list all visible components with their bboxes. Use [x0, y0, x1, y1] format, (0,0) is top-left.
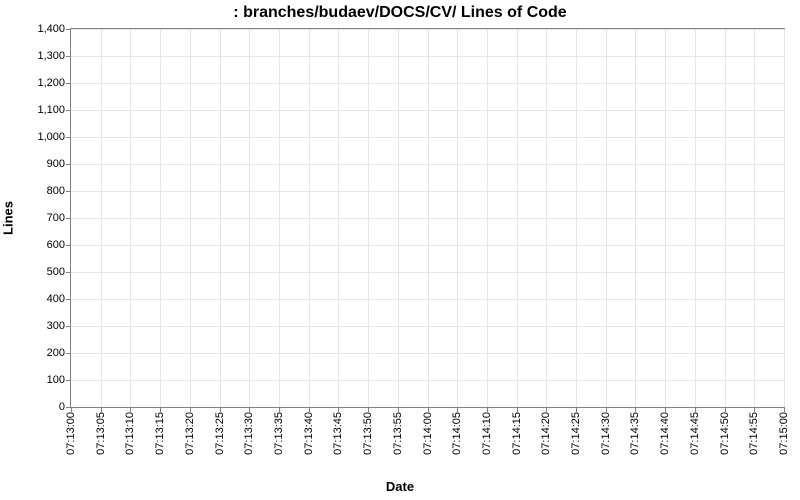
x-tick-label: 07:13:25 [214, 412, 226, 455]
gridline-vertical [606, 29, 607, 407]
x-tick-label: 07:13:00 [65, 412, 77, 455]
x-tick-label: 07:13:20 [184, 412, 196, 455]
y-tick-label: 1,300 [5, 50, 65, 62]
gridline-vertical [190, 29, 191, 407]
y-tick-mark [66, 407, 70, 408]
y-tick-label: 300 [5, 320, 65, 332]
y-tick-label: 600 [5, 239, 65, 251]
gridline-vertical [457, 29, 458, 407]
gridline-vertical [368, 29, 369, 407]
x-axis-label: Date [0, 479, 800, 494]
gridline-vertical [517, 29, 518, 407]
y-tick-label: 900 [5, 158, 65, 170]
gridline-vertical [160, 29, 161, 407]
y-tick-mark [66, 137, 70, 138]
x-tick-label: 07:13:40 [303, 412, 315, 455]
x-tick-label: 07:14:05 [451, 412, 463, 455]
y-tick-mark [66, 83, 70, 84]
gridline-vertical [309, 29, 310, 407]
gridline-vertical [546, 29, 547, 407]
gridline-vertical [220, 29, 221, 407]
gridline-vertical [665, 29, 666, 407]
y-tick-mark [66, 299, 70, 300]
y-tick-mark [66, 164, 70, 165]
chart-title: : branches/budaev/DOCS/CV/ Lines of Code [0, 4, 800, 22]
y-tick-mark [66, 245, 70, 246]
gridline-vertical [754, 29, 755, 407]
x-tick-label: 07:14:35 [629, 412, 641, 455]
x-tick-label: 07:14:40 [659, 412, 671, 455]
y-tick-label: 1,000 [5, 131, 65, 143]
x-tick-label: 07:13:15 [154, 412, 166, 455]
gridline-vertical [338, 29, 339, 407]
y-tick-label: 500 [5, 266, 65, 278]
x-tick-label: 07:14:45 [689, 412, 701, 455]
y-tick-label: 400 [5, 293, 65, 305]
gridline-vertical [428, 29, 429, 407]
x-tick-label: 07:14:20 [540, 412, 552, 455]
y-tick-mark [66, 380, 70, 381]
y-tick-label: 1,100 [5, 104, 65, 116]
gridline-vertical [279, 29, 280, 407]
gridline-vertical [101, 29, 102, 407]
x-tick-label: 07:14:25 [570, 412, 582, 455]
y-tick-label: 1,400 [5, 23, 65, 35]
y-tick-mark [66, 326, 70, 327]
x-tick-label: 07:14:15 [511, 412, 523, 455]
plot-area [70, 28, 785, 408]
y-tick-mark [66, 56, 70, 57]
x-tick-label: 07:13:45 [332, 412, 344, 455]
y-tick-mark [66, 218, 70, 219]
gridline-vertical [487, 29, 488, 407]
y-tick-label: 100 [5, 374, 65, 386]
x-tick-label: 07:14:55 [748, 412, 760, 455]
gridline-vertical [784, 29, 785, 407]
x-tick-label: 07:13:55 [392, 412, 404, 455]
gridline-vertical [130, 29, 131, 407]
x-tick-label: 07:13:10 [124, 412, 136, 455]
gridline-vertical [725, 29, 726, 407]
x-tick-label: 07:13:30 [243, 412, 255, 455]
y-tick-label: 1,200 [5, 77, 65, 89]
x-tick-label: 07:14:00 [422, 412, 434, 455]
gridline-vertical [249, 29, 250, 407]
y-tick-mark [66, 29, 70, 30]
chart-container: : branches/budaev/DOCS/CV/ Lines of Code… [0, 0, 800, 500]
y-tick-label: 800 [5, 185, 65, 197]
y-tick-label: 0 [5, 401, 65, 413]
x-tick-label: 07:13:05 [95, 412, 107, 455]
y-tick-mark [66, 191, 70, 192]
y-tick-mark [66, 110, 70, 111]
x-tick-label: 07:14:30 [600, 412, 612, 455]
x-tick-label: 07:14:50 [719, 412, 731, 455]
x-tick-label: 07:14:10 [481, 412, 493, 455]
gridline-vertical [695, 29, 696, 407]
x-tick-label: 07:13:50 [362, 412, 374, 455]
x-tick-label: 07:13:35 [273, 412, 285, 455]
x-tick-label: 07:15:00 [778, 412, 790, 455]
gridline-vertical [635, 29, 636, 407]
y-tick-label: 700 [5, 212, 65, 224]
y-tick-mark [66, 272, 70, 273]
gridline-vertical [576, 29, 577, 407]
gridline-vertical [398, 29, 399, 407]
y-tick-mark [66, 353, 70, 354]
y-tick-label: 200 [5, 347, 65, 359]
